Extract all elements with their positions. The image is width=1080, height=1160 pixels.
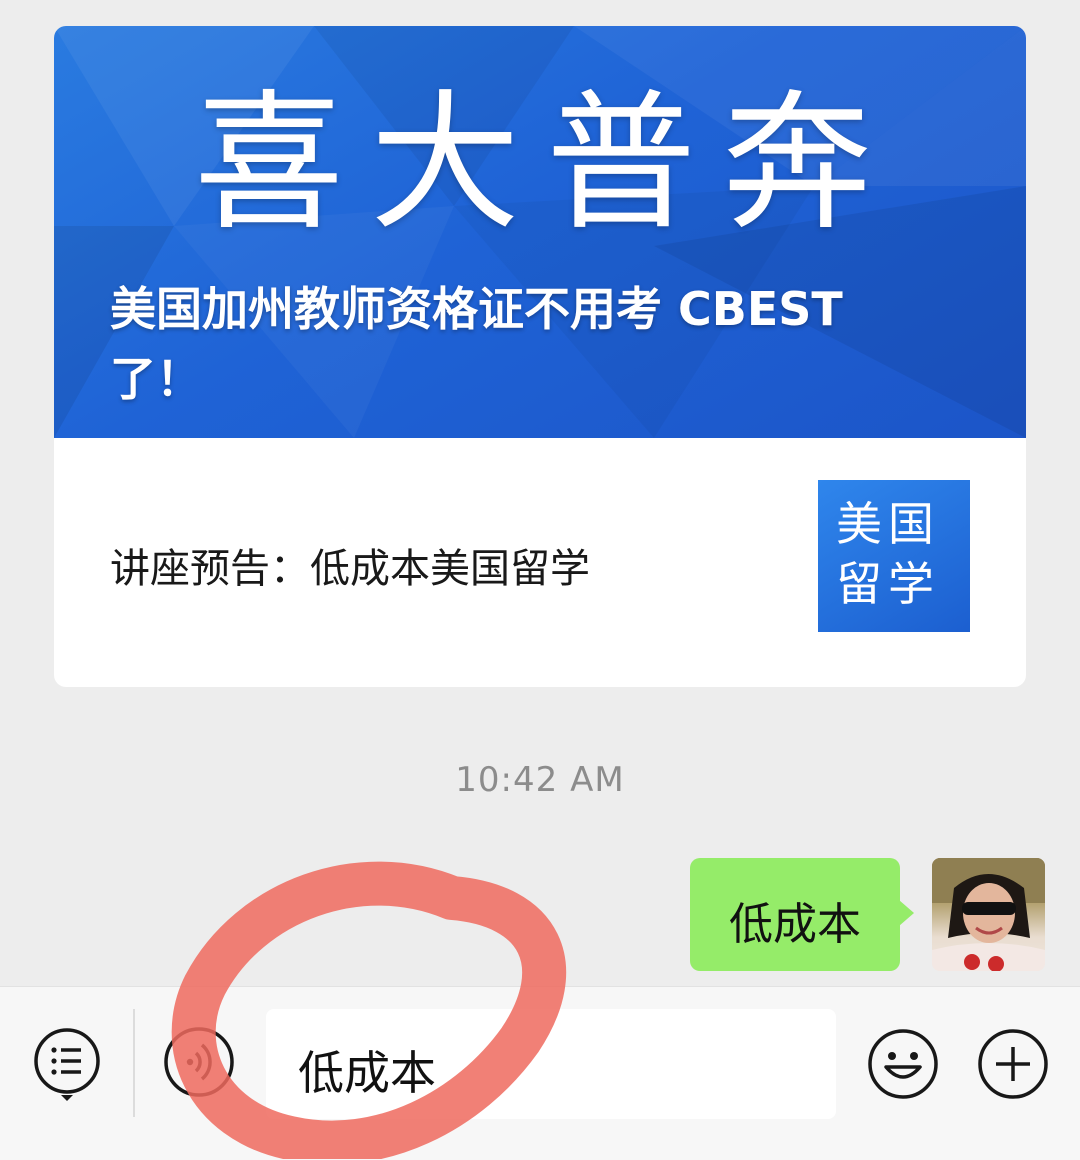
menu-list-icon[interactable] <box>30 1027 104 1101</box>
sent-message-bubble[interactable]: 低成本 <box>690 858 914 971</box>
thumbnail-text: 美国留学 <box>836 497 940 611</box>
avatar[interactable] <box>932 858 1045 971</box>
message-timestamp: 10:42 AM <box>455 760 625 800</box>
banner-art-text: 喜大普奔 <box>194 77 899 251</box>
avatar-photo <box>932 858 1045 971</box>
article-banner[interactable]: 喜大普奔 美国加州教师资格证不用考 CBEST 了！ <box>54 26 1026 438</box>
plus-icon[interactable] <box>976 1027 1050 1101</box>
emoji-icon[interactable] <box>866 1027 940 1101</box>
voice-icon[interactable] <box>162 1025 236 1099</box>
sub-item-title[interactable]: 讲座预告：低成本美国留学 <box>110 536 590 594</box>
message-input-text: 低成本 <box>298 1046 436 1100</box>
sub-item-thumbnail: 美国留学 <box>818 480 970 632</box>
chat-input-bar: 低成本 <box>0 986 1080 1160</box>
message-input[interactable]: 低成本 <box>266 1009 836 1119</box>
article-card[interactable]: 喜大普奔 美国加州教师资格证不用考 CBEST 了！ 讲座预告：低成本美国留学 … <box>54 26 1026 687</box>
article-sub-item[interactable]: 讲座预告：低成本美国留学 美国留学 <box>54 438 1026 687</box>
message-text: 低成本 <box>729 899 861 950</box>
input-bar-divider <box>133 1009 135 1117</box>
article-title[interactable]: 美国加州教师资格证不用考 CBEST 了！ <box>110 274 930 414</box>
